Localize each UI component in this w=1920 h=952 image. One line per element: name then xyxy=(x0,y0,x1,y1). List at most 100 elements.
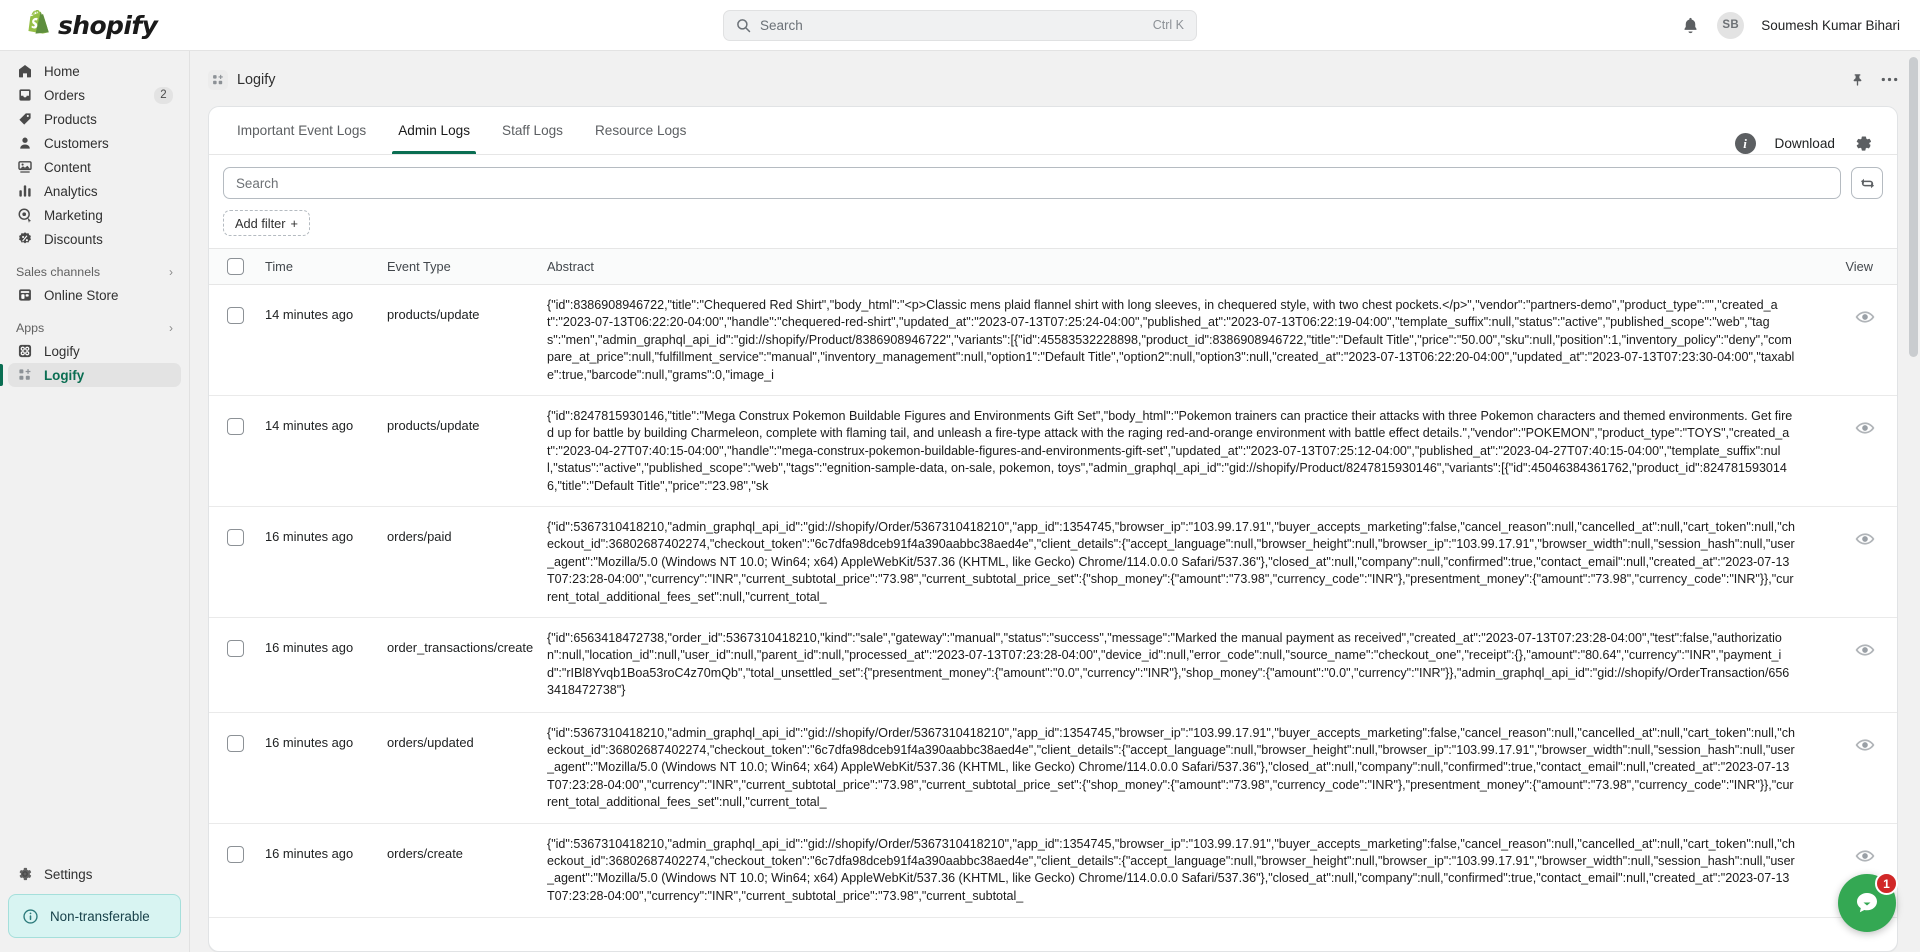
global-search-input[interactable]: Search Ctrl K xyxy=(723,9,1197,41)
shopify-bag-icon xyxy=(28,10,49,34)
column-header-abstract[interactable]: Abstract xyxy=(539,248,1813,285)
sidebar-item-label: Discounts xyxy=(44,231,103,247)
page-scrollbar[interactable] xyxy=(1909,57,1918,946)
sidebar-item-label: Online Store xyxy=(44,287,119,303)
row-view-cell xyxy=(1813,284,1897,396)
tab-admin-logs[interactable]: Admin Logs xyxy=(382,108,486,154)
sidebar-item-logify-app[interactable]: Logify xyxy=(8,339,181,363)
row-event-type: orders/paid xyxy=(379,506,539,618)
search-line: Search xyxy=(223,167,1883,199)
orders-inbox-icon xyxy=(16,87,33,104)
sidebar-section-apps[interactable]: Apps › xyxy=(16,321,173,335)
row-abstract-scroll[interactable]: {"id":5367310418210,"admin_graphql_api_i… xyxy=(547,836,1807,906)
table-row[interactable]: 16 minutes ago orders/create {"id":5367310… xyxy=(209,823,1897,919)
row-abstract-scroll[interactable]: {"id":5367310418210,"admin_graphql_api_i… xyxy=(547,725,1807,811)
gear-icon[interactable] xyxy=(1854,134,1873,153)
page-header-actions xyxy=(1850,72,1898,88)
sidebar-item-label: Orders xyxy=(44,87,85,103)
tab-important-event-logs[interactable]: Important Event Logs xyxy=(221,108,382,154)
chevron-right-icon[interactable]: › xyxy=(169,265,173,279)
sidebar-item-analytics[interactable]: Analytics xyxy=(8,179,181,203)
avatar[interactable]: SB xyxy=(1717,11,1745,39)
row-checkbox[interactable] xyxy=(227,734,244,752)
sidebar-item-online-store[interactable]: Online Store xyxy=(8,283,181,307)
sidebar-item-customers[interactable]: Customers xyxy=(8,131,181,155)
row-checkbox[interactable] xyxy=(227,418,244,435)
tab-label: Resource Logs xyxy=(594,123,687,138)
add-filter-button[interactable]: Add filter + xyxy=(223,210,310,236)
row-checkbox[interactable] xyxy=(227,529,244,546)
sidebar-item-label: Logify xyxy=(44,343,80,359)
sidebar-item-home[interactable]: Home xyxy=(8,59,181,83)
row-checkbox[interactable] xyxy=(227,640,244,657)
sidebar-section-sales-channels[interactable]: Sales channels › xyxy=(16,265,173,279)
sidebar-item-logify-active[interactable]: Logify xyxy=(8,363,181,387)
sidebar-item-settings[interactable]: Settings xyxy=(8,862,181,886)
eye-icon[interactable] xyxy=(1855,418,1875,441)
sidebar-item-label: Content xyxy=(44,159,91,175)
global-search-placeholder: Search xyxy=(760,17,803,33)
sidebar-item-content[interactable]: Content xyxy=(8,155,181,179)
sidebar-item-discounts[interactable]: Discounts xyxy=(8,227,181,251)
logs-card: Important Event Logs Admin Logs Staff Lo… xyxy=(208,106,1898,952)
table-row[interactable]: 16 minutes ago orders/updated {"id":536731… xyxy=(209,712,1897,824)
orders-badge: 2 xyxy=(154,86,173,104)
tab-resource-logs[interactable]: Resource Logs xyxy=(579,108,702,154)
table-row[interactable]: 16 minutes ago orders/paid {"id":536731041… xyxy=(209,506,1897,618)
row-abstract-cell: {"id":6563418472738,"order_id":536731041… xyxy=(539,617,1813,713)
shopify-logo[interactable]: shopify xyxy=(0,10,232,40)
ellipsis-horizontal-icon[interactable] xyxy=(1881,77,1898,82)
search-input[interactable]: Search xyxy=(223,167,1841,199)
sidebar-item-label: Customers xyxy=(44,135,109,151)
row-abstract-scroll[interactable]: {"id":8386908946722,"title":"Chequered R… xyxy=(547,297,1807,383)
table-row[interactable]: 16 minutes ago order_transactions/create{… xyxy=(209,617,1897,713)
page-scrollbar-thumb[interactable] xyxy=(1909,57,1918,357)
column-header-event-type[interactable]: Event Type xyxy=(379,248,539,285)
sidebar-item-orders[interactable]: Orders 2 xyxy=(8,83,181,107)
table-row[interactable]: 14 minutes ago products/update {"id":83869… xyxy=(209,284,1897,396)
user-name[interactable]: Soumesh Kumar Bihari xyxy=(1761,18,1900,33)
download-button[interactable]: Download xyxy=(1775,136,1835,151)
tab-label: Staff Logs xyxy=(502,123,563,138)
row-abstract-scroll[interactable]: {"id":5367310418210,"admin_graphql_api_i… xyxy=(547,519,1807,605)
column-header-time[interactable]: Time xyxy=(257,248,379,285)
non-transferable-banner[interactable]: Non-transferable xyxy=(8,894,181,938)
eye-icon[interactable] xyxy=(1855,529,1875,552)
tab-label: Admin Logs xyxy=(398,123,471,138)
sidebar-item-products[interactable]: Products xyxy=(8,107,181,131)
row-checkbox[interactable] xyxy=(227,307,244,324)
tab-staff-logs[interactable]: Staff Logs xyxy=(486,108,579,154)
select-all-checkbox[interactable] xyxy=(227,258,244,275)
eye-icon[interactable] xyxy=(1855,846,1875,869)
pin-icon[interactable] xyxy=(1850,72,1865,88)
chevron-right-icon[interactable]: › xyxy=(169,321,173,335)
row-time: 14 minutes ago xyxy=(257,395,379,507)
chat-widget-button[interactable]: 1 xyxy=(1838,872,1898,932)
eye-icon[interactable] xyxy=(1855,307,1875,330)
brand-name: shopify xyxy=(58,10,158,40)
refresh-button[interactable] xyxy=(1851,167,1883,199)
bell-icon[interactable] xyxy=(1681,16,1700,35)
row-abstract-scroll[interactable]: {"id":6563418472738,"order_id":536731041… xyxy=(547,630,1807,700)
row-time: 16 minutes ago xyxy=(257,506,379,618)
non-transferable-label: Non-transferable xyxy=(50,908,150,924)
row-abstract-scroll[interactable]: {"id":8247815930146,"title":"Mega Constr… xyxy=(547,408,1807,494)
logify-app-icon xyxy=(208,69,228,90)
row-time: 16 minutes ago xyxy=(257,712,379,824)
sidebar: Home Orders 2 Products Customers Content… xyxy=(0,51,190,952)
main-content: Logify Important Event Logs Admin Logs S… xyxy=(190,51,1920,952)
info-icon[interactable]: i xyxy=(1734,133,1756,154)
add-filter-label: Add filter xyxy=(235,215,286,231)
sidebar-item-marketing[interactable]: Marketing xyxy=(8,203,181,227)
row-time: 14 minutes ago xyxy=(257,284,379,396)
apps-heading: Apps xyxy=(16,321,45,335)
eye-icon[interactable] xyxy=(1855,640,1875,663)
refresh-sync-icon xyxy=(1860,178,1874,188)
table-row[interactable]: 14 minutes ago products/update {"id":82478… xyxy=(209,395,1897,507)
logs-table-wrap[interactable]: Time Event Type Abstract View 14 minutes… xyxy=(209,248,1897,951)
eye-icon[interactable] xyxy=(1855,735,1875,758)
row-view-cell xyxy=(1813,712,1897,824)
row-checkbox[interactable] xyxy=(227,845,244,863)
table-header-row: Time Event Type Abstract View xyxy=(209,248,1897,285)
row-abstract-cell: {"id":8386908946722,"title":"Chequered R… xyxy=(539,284,1813,396)
